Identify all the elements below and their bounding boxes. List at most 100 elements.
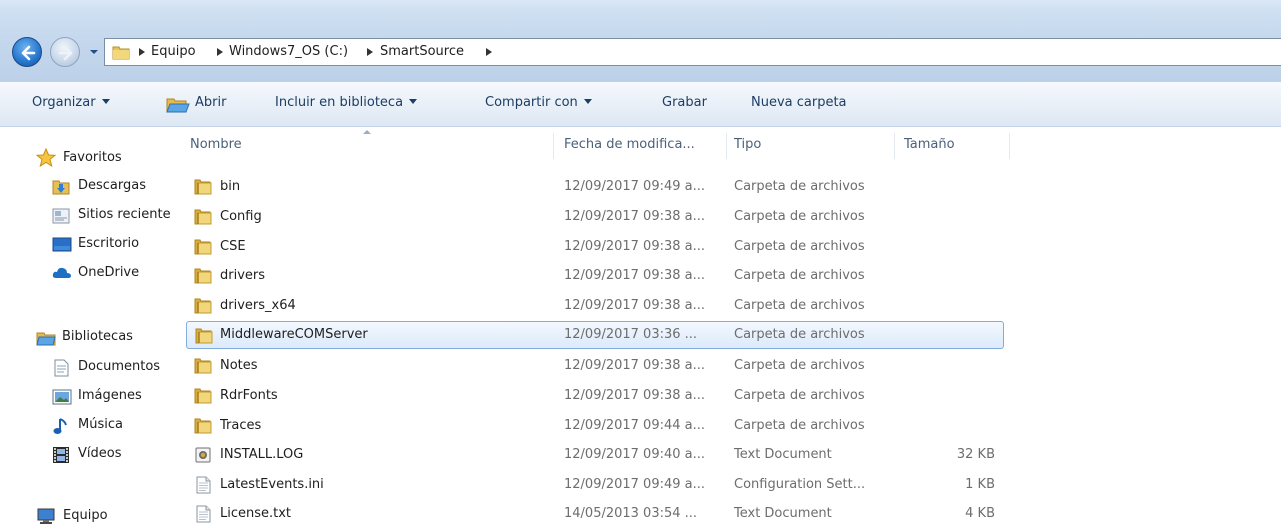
- file-name: bin: [220, 179, 241, 194]
- address-box[interactable]: Equipo Windows7_OS (C:) SmartSource: [104, 38, 1281, 66]
- file-row[interactable]: drivers 12/09/2017 09:38 a... Carpeta de a…: [186, 262, 1004, 290]
- film-strip-icon: [53, 447, 69, 463]
- file-name: drivers_x64: [220, 298, 296, 313]
- column-header-size[interactable]: Tamaño: [904, 137, 955, 159]
- nav-downloads[interactable]: Descargas: [52, 177, 170, 197]
- nav-libraries[interactable]: Bibliotecas: [36, 328, 170, 348]
- nav-videos[interactable]: Vídeos: [52, 445, 170, 465]
- folder-icon: [195, 327, 213, 348]
- recent-pages-chevron-icon[interactable]: [88, 46, 100, 58]
- file-date-modified: 12/09/2017 09:38 a...: [564, 298, 706, 313]
- include-in-library-button[interactable]: Incluir en biblioteca: [275, 95, 418, 110]
- file-row[interactable]: CSE 12/09/2017 09:38 a... Carpeta de archi…: [186, 233, 1004, 261]
- file-name: MiddlewareCOMServer: [220, 327, 368, 342]
- breadcrumb-arrow-icon[interactable]: [485, 47, 493, 57]
- command-bar: Organizar Abrir Incluir en biblioteca Co…: [0, 82, 1281, 127]
- file-row[interactable]: LatestEvents.ini 12/09/2017 09:49 a... Con…: [186, 471, 1004, 499]
- computer-icon: [37, 508, 55, 524]
- nav-libraries-label: Bibliotecas: [62, 329, 133, 344]
- file-type: Carpeta de archivos: [734, 179, 865, 194]
- column-header-type[interactable]: Tipo: [734, 137, 761, 159]
- nav-onedrive-label: OneDrive: [78, 265, 140, 280]
- nav-music[interactable]: Música: [52, 416, 170, 436]
- file-type: Carpeta de archivos: [734, 418, 865, 433]
- file-date-modified: 12/09/2017 09:38 a...: [564, 239, 706, 254]
- share-with-button[interactable]: Compartir con: [485, 95, 592, 110]
- nav-desktop[interactable]: Escritorio: [52, 235, 170, 255]
- dropdown-arrow-icon: [583, 99, 592, 104]
- folder-icon: [194, 267, 212, 288]
- breadcrumb-arrow-icon[interactable]: [138, 47, 146, 57]
- text-file-icon: [194, 476, 212, 498]
- organize-label: Organizar: [32, 95, 96, 110]
- file-row[interactable]: Traces 12/09/2017 09:44 a... Carpeta de ar…: [186, 412, 1004, 440]
- pictures-icon: [52, 389, 72, 405]
- file-row[interactable]: MiddlewareCOMServer 12/09/2017 03:36 ... C…: [186, 321, 1004, 349]
- file-name: License.txt: [220, 506, 292, 521]
- file-type: Carpeta de archivos: [734, 239, 865, 254]
- new-folder-button[interactable]: Nueva carpeta: [751, 95, 847, 110]
- column-header-name[interactable]: Nombre: [190, 137, 242, 159]
- file-row[interactable]: RdrFonts 12/09/2017 09:38 a... Carpeta de …: [186, 382, 1004, 410]
- folder-icon: [194, 297, 212, 318]
- breadcrumb-drive[interactable]: Windows7_OS (C:): [229, 44, 348, 59]
- nav-pictures-label: Imágenes: [78, 388, 142, 403]
- column-divider[interactable]: [553, 133, 554, 159]
- column-divider[interactable]: [1009, 133, 1010, 159]
- back-arrow-icon: [21, 45, 36, 61]
- nav-downloads-label: Descargas: [78, 178, 147, 193]
- nav-recent-places[interactable]: Sitios recientes: [52, 206, 170, 226]
- folder-icon: [194, 417, 212, 438]
- file-name: INSTALL.LOG: [220, 447, 304, 462]
- nav-onedrive[interactable]: OneDrive: [52, 264, 170, 284]
- column-divider[interactable]: [726, 133, 727, 159]
- file-date-modified: 12/09/2017 09:40 a...: [564, 447, 706, 462]
- back-button[interactable]: [12, 37, 42, 67]
- share-label: Compartir con: [485, 95, 578, 110]
- navigation-pane: Favoritos Descargas Sitios recientes Esc…: [0, 127, 170, 524]
- breadcrumb-arrow-icon[interactable]: [366, 47, 374, 57]
- folder-icon: [194, 238, 212, 259]
- log-file-icon: [194, 446, 212, 468]
- nav-desktop-label: Escritorio: [78, 236, 140, 251]
- organize-menu-button[interactable]: Organizar: [32, 95, 110, 110]
- file-date-modified: 14/05/2013 03:54 ...: [564, 506, 698, 521]
- open-button[interactable]: Abrir: [195, 95, 226, 110]
- file-type: Carpeta de archivos: [734, 358, 865, 373]
- file-row[interactable]: drivers_x64 12/09/2017 09:38 a... Carpeta …: [186, 292, 1004, 320]
- sort-ascending-icon: [363, 130, 371, 134]
- libraries-icon: [36, 332, 56, 346]
- address-bar-region: Equipo Windows7_OS (C:) SmartSource: [0, 0, 1281, 82]
- file-name: Config: [220, 209, 262, 224]
- file-date-modified: 12/09/2017 09:38 a...: [564, 268, 706, 283]
- file-name: RdrFonts: [220, 388, 278, 403]
- file-type: Carpeta de archivos: [734, 209, 865, 224]
- burn-button[interactable]: Grabar: [662, 95, 707, 110]
- breadcrumb-arrow-icon[interactable]: [216, 47, 224, 57]
- file-date-modified: 12/09/2017 09:38 a...: [564, 209, 706, 224]
- file-size: 4 KB: [965, 506, 995, 521]
- nav-favorites[interactable]: Favoritos: [36, 147, 170, 167]
- desktop-icon: [52, 237, 72, 252]
- nav-computer[interactable]: Equipo: [36, 507, 170, 524]
- file-name: LatestEvents.ini: [220, 477, 324, 492]
- file-row[interactable]: INSTALL.LOG 12/09/2017 09:40 a... Text Doc…: [186, 441, 1004, 469]
- file-date-modified: 12/09/2017 09:49 a...: [564, 477, 706, 492]
- file-type: Text Document: [734, 506, 832, 521]
- cloud-icon: [52, 267, 71, 278]
- file-row[interactable]: bin 12/09/2017 09:49 a... Carpeta de archi…: [186, 173, 1004, 201]
- file-type: Carpeta de archivos: [734, 268, 865, 283]
- nav-pictures[interactable]: Imágenes: [52, 387, 170, 407]
- dropdown-arrow-icon: [409, 99, 418, 104]
- file-size: 1 KB: [965, 477, 995, 492]
- forward-button[interactable]: [50, 37, 80, 67]
- nav-music-label: Música: [78, 417, 123, 432]
- breadcrumb-smartsource[interactable]: SmartSource: [380, 44, 464, 59]
- nav-documents[interactable]: Documentos: [52, 358, 170, 378]
- file-row[interactable]: Notes 12/09/2017 09:38 a... Carpeta de arc…: [186, 352, 1004, 380]
- column-divider[interactable]: [894, 133, 895, 159]
- breadcrumb-equipo[interactable]: Equipo: [151, 44, 196, 59]
- column-header-date[interactable]: Fecha de modifica...: [564, 137, 695, 159]
- file-date-modified: 12/09/2017 09:49 a...: [564, 179, 706, 194]
- file-row[interactable]: Config 12/09/2017 09:38 a... Carpeta de ar…: [186, 203, 1004, 231]
